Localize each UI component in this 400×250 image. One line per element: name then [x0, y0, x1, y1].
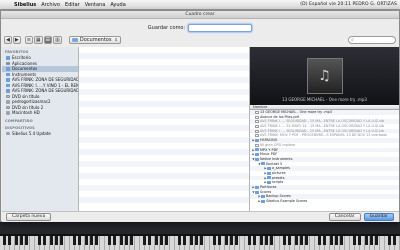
sidebar-item-label: Macintosh HD	[12, 110, 40, 116]
menu-archivo[interactable]: Archivo	[41, 2, 60, 8]
file-icon	[255, 120, 259, 124]
sidebar-item[interactable]: Macintosh HD	[2, 110, 78, 116]
folder-icon	[267, 176, 271, 180]
menu-ayuda[interactable]: Ayuda	[110, 2, 125, 8]
preview-pane: ♫ 13 GEORGE MICHAEL - One more try .mp3 …	[250, 47, 399, 211]
folder-icon	[6, 89, 10, 93]
tree-row-label: Sibelius Example Scores	[266, 199, 308, 204]
sidebar-item[interactable]: AVS FRINK: ZONA DE SEGURIDAD, 4 OCT 13	[2, 77, 78, 83]
folder-icon	[261, 199, 265, 203]
dialog-toolbar: ◀ ▶ ≡ ▦ ☰ ▥ Documentos ⇕ ⌕	[4, 35, 396, 45]
sidebar-item-label: AVS FRINK: ZONA DE SEGURIDAD, 4 OCT 13	[12, 77, 79, 83]
column-view-button[interactable]: ☰	[43, 36, 53, 44]
folder-icon	[6, 72, 10, 76]
menu-editar[interactable]: Editar	[65, 2, 80, 8]
list-view-button[interactable]: ▦	[33, 36, 43, 44]
icon-view-button[interactable]: ≡	[24, 36, 33, 44]
sidebar-item-label: AVS FRINK: I. ...Y VINO 1 - EL RENACER D…	[12, 82, 79, 88]
file-icon	[255, 143, 259, 147]
save-as-row: Guardar como:	[1, 22, 399, 33]
piano-black-keys	[0, 236, 400, 245]
file-tree: 13 GEORGE MICHAEL - One more try .mp3 Ava…	[250, 110, 399, 204]
folder-icon	[267, 167, 271, 171]
file-icon	[255, 110, 259, 114]
tree-folder-row[interactable]: ▶ Sibelius Example Scores	[250, 199, 399, 204]
folder-icon	[255, 185, 259, 189]
folder-icon	[267, 181, 271, 185]
sidebar-item-label: DVD sin título 2	[12, 104, 44, 110]
sidebar-item[interactable]: AVS FRINK: I. ...Y VINO 1 - EL RENACER D…	[2, 83, 78, 89]
file-icon	[255, 129, 259, 133]
folder-icon	[71, 38, 78, 42]
location-popup[interactable]: Documentos ⇕	[68, 36, 121, 44]
folder-icon	[255, 138, 259, 142]
search-field[interactable]: ⌕	[348, 36, 396, 44]
sidebar-item-label: Escritorio	[12, 55, 31, 61]
disk-icon	[6, 111, 10, 115]
file-column[interactable]	[79, 47, 250, 211]
empty-row	[79, 203, 249, 209]
sidebar-item[interactable]: Sibelius 5.4 Update	[2, 131, 78, 137]
folder-icon	[255, 190, 259, 194]
dvd-icon	[6, 105, 10, 109]
location-label: Documentos	[79, 37, 112, 43]
save-dialog: Cuadro crear Guardar como: ◀ ▶ ≡ ▦ ☰ ▥ D…	[0, 10, 400, 222]
apple-menu-icon[interactable]	[4, 2, 10, 8]
folder-icon	[267, 171, 271, 175]
save-as-input[interactable]	[188, 23, 253, 32]
search-icon: ⌕	[351, 37, 354, 43]
coverflow-view-button[interactable]: ▥	[53, 36, 62, 44]
folder-icon	[6, 56, 10, 60]
disk-icon	[6, 100, 10, 104]
preview-caption: 13 GEORGE MICHAEL - One more try .mp3	[282, 97, 367, 102]
piano-keyboard-strip	[0, 234, 400, 250]
save-button[interactable]: Guardar	[363, 213, 394, 221]
file-preview: ♫ 13 GEORGE MICHAEL - One more try .mp3	[250, 47, 399, 105]
folder-icon	[255, 157, 259, 161]
sidebar-section-heading: FAVORITOS	[5, 50, 29, 54]
sidebar-item[interactable]: AVS FRINK: ZONA DE SEGURIDAD, 4 OCT 13	[2, 88, 78, 94]
sidebar-item-label: pedrogortizasmac2	[12, 99, 51, 105]
disk-icon	[6, 131, 10, 135]
sidebar-item-label: Documentos	[12, 66, 38, 72]
new-folder-button[interactable]: Carpeta nueva	[6, 213, 52, 221]
file-icon	[255, 115, 259, 119]
music-note-icon: ♫	[306, 58, 343, 94]
folder-icon	[6, 83, 10, 87]
folder-icon	[255, 153, 259, 157]
sidebar-item-label: AVS FRINK: ZONA DE SEGURIDAD, 4 OCT 13	[12, 88, 79, 94]
sidebar-section-heading: DISPOSITIVOS	[5, 125, 35, 130]
dialog-footer: Carpeta nueva Cancelar Guardar	[2, 211, 399, 222]
folder-icon	[6, 78, 10, 82]
menu-ventana[interactable]: Ventana	[85, 2, 106, 8]
sidebar: FAVORITOS Escritorio Aplicaciones Documento…	[2, 47, 79, 211]
sidebar-item-label: Instruments	[12, 71, 37, 77]
dialog-title: Cuadro crear	[1, 11, 399, 19]
menu-bar: Sibelius Archivo Editar Ventana Ayuda (D…	[0, 0, 400, 10]
folder-icon	[255, 148, 259, 152]
cancel-button[interactable]: Cancelar	[328, 213, 361, 221]
folder-icon	[261, 195, 265, 199]
sidebar-section-heading: COMPARTIDO	[5, 118, 33, 123]
sidebar-item-label: Sibelius 5.4 Update	[12, 130, 51, 136]
menu-app-name[interactable]: Sibelius	[14, 2, 36, 8]
dvd-icon	[6, 94, 10, 98]
file-icon	[255, 124, 259, 128]
sidebar-item-label: DVD sin título	[12, 93, 40, 99]
menu-status-area: (D) Español vie 20:11 PEDRO G. ORTIZAS	[300, 2, 397, 7]
sidebar-item-label: Aplicaciones	[12, 60, 37, 66]
app-icon	[6, 61, 10, 65]
folder-icon	[261, 162, 265, 166]
file-icon	[255, 134, 259, 138]
tree-row-label: AVS FRINK: MOV Y PDF - PROCEDIMIE...S ES…	[260, 133, 388, 138]
forward-button[interactable]: ▶	[12, 36, 21, 44]
chevron-down-icon: ⇕	[114, 37, 118, 42]
folder-icon	[6, 67, 10, 71]
back-button[interactable]: ◀	[4, 36, 12, 44]
save-as-label: Guardar como:	[147, 24, 186, 31]
